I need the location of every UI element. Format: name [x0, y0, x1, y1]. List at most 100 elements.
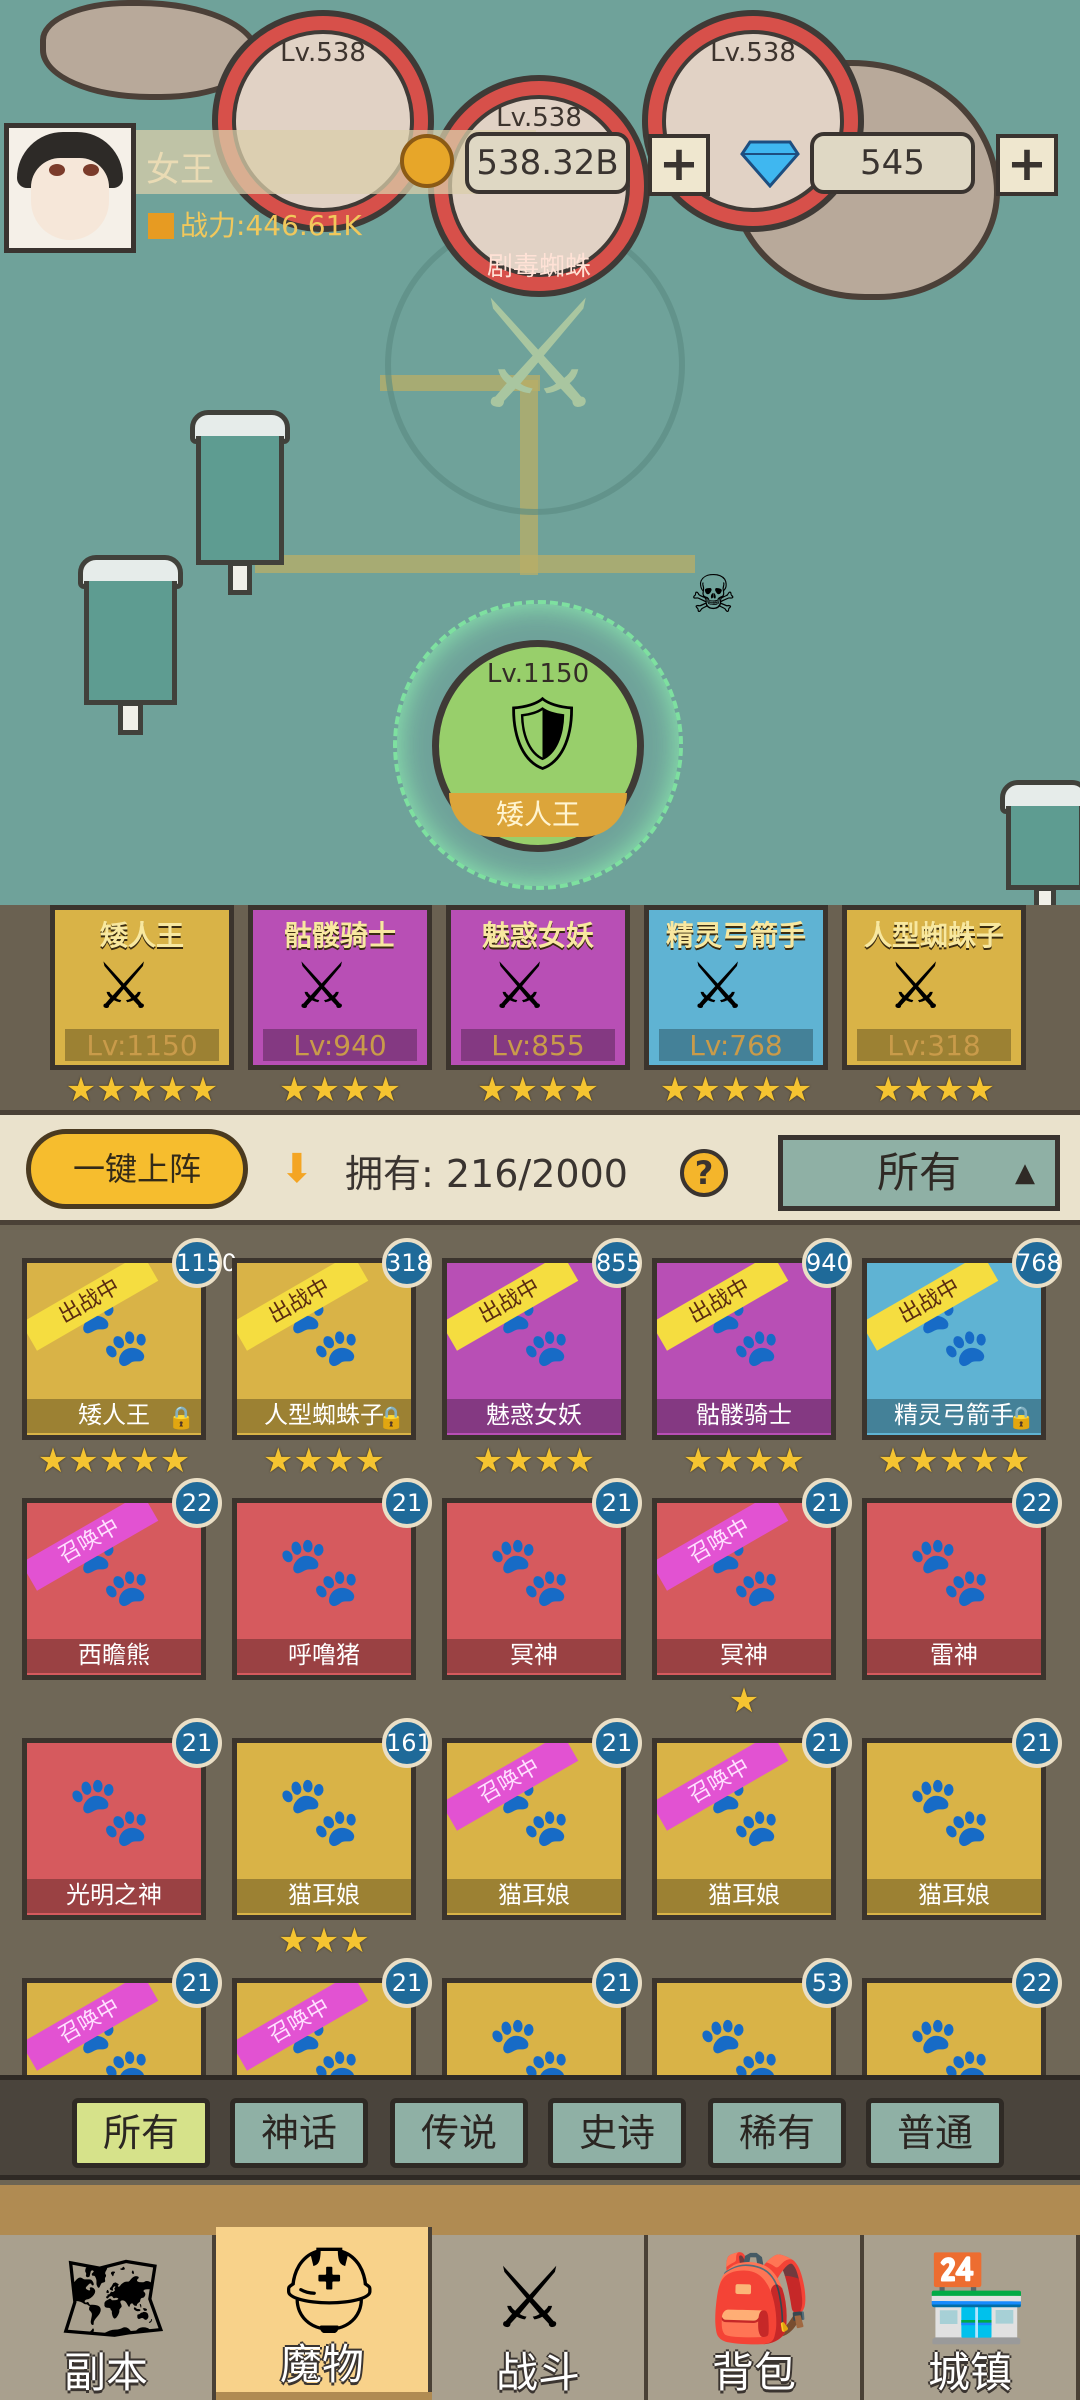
- nav-tab[interactable]: 🏪 城镇: [864, 2235, 1080, 2400]
- star-icon: ★: [908, 1441, 939, 1481]
- roster-hero-name: 猫耳娘: [657, 1879, 831, 1913]
- roster-card[interactable]: 🐾 雷神: [862, 1498, 1046, 1680]
- level-badge: 1150: [172, 1238, 237, 1288]
- star-icon: ★: [934, 1070, 965, 1110]
- star-icon: ★: [690, 1070, 721, 1110]
- map-path: [255, 555, 695, 573]
- lineup-slot[interactable]: 骷髅骑士 ⚔ Lv:940: [248, 905, 432, 1070]
- level-badge: 855: [592, 1238, 642, 1288]
- lock-icon: 🔒: [1007, 1406, 1035, 1431]
- lineup-hero-name: 魅惑女妖: [481, 919, 594, 952]
- star-icon: ★: [713, 1441, 744, 1481]
- roster-card[interactable]: 🐾 召唤中 猫耳娘: [652, 1738, 836, 1920]
- player-node[interactable]: Lv.1150 🛡 矮人王: [432, 640, 644, 852]
- star-icon: ★: [126, 1070, 158, 1110]
- gem-amount: 545: [810, 132, 975, 194]
- roster-card[interactable]: 🐾 出战中 矮人王 🔒: [22, 1258, 206, 1440]
- lineup-slot[interactable]: 精灵弓箭手 ⚔ Lv:768: [644, 905, 828, 1070]
- roster-card[interactable]: 🐾 召唤中 猫耳娘: [442, 1738, 626, 1920]
- star-rating: ★★★★: [442, 1444, 626, 1478]
- level-badge: 21: [802, 1718, 852, 1768]
- hero-portrait-icon: ⚔: [293, 950, 351, 1024]
- star-icon: ★: [157, 1070, 188, 1110]
- lineup-hero-name: 矮人王: [99, 919, 184, 952]
- avatar[interactable]: [4, 123, 136, 253]
- roster-hero-name: 光明之神: [27, 1879, 201, 1913]
- roster-card[interactable]: 🐾 光明之神: [22, 1738, 206, 1920]
- hero-portrait-icon: 🐾: [907, 1532, 992, 1611]
- nav-tab[interactable]: 🎒 背包: [648, 2235, 864, 2400]
- player-header: 女王 战力:446.61K 538.32B + 545 +: [0, 120, 1080, 253]
- lineup-slot[interactable]: 魅惑女妖 ⚔ Lv:855: [446, 905, 630, 1070]
- star-icon: ★: [503, 1441, 534, 1481]
- star-rating: ★★★★: [248, 1073, 432, 1107]
- map-icon: 🗺: [60, 2249, 167, 2347]
- nav-tab-label: 城镇: [927, 2348, 1012, 2397]
- star-icon: ★: [129, 1441, 160, 1481]
- hero-portrait-icon: 🐾: [487, 2012, 572, 2075]
- star-icon: ★: [187, 1070, 219, 1110]
- combat-power: 战力:446.61K: [148, 204, 362, 244]
- level-badge: 21: [172, 1718, 222, 1768]
- lock-icon: 🔒: [167, 1406, 195, 1431]
- hero-portrait-icon: ⚔: [689, 950, 747, 1024]
- level-badge: 22: [172, 1478, 222, 1528]
- roster-card[interactable]: 🐾 出战中 骷髅骑士: [652, 1258, 836, 1440]
- nav-tab[interactable]: ⚔ 战斗: [432, 2235, 648, 2400]
- hero-portrait-icon: 🐾: [697, 2012, 782, 2075]
- help-button[interactable]: ?: [680, 1149, 728, 1197]
- add-gold-button[interactable]: +: [648, 134, 710, 196]
- roster-hero-name: 魅惑女妖: [447, 1399, 621, 1433]
- roster-hero-name: 西瞻熊: [27, 1639, 201, 1673]
- rarity-tab[interactable]: 传说: [390, 2098, 528, 2168]
- roster-hero-name: 骷髅骑士: [657, 1399, 831, 1433]
- roster-card[interactable]: 🐾 召唤中 西瞻熊: [22, 1498, 206, 1680]
- hero-portrait-icon: 🐾: [907, 1772, 992, 1851]
- lineup-slot[interactable]: 人型蜘蛛子 ⚔ Lv:318: [842, 905, 1026, 1070]
- nav-tab[interactable]: ⛑ 魔物: [216, 2227, 432, 2392]
- level-badge: 21: [172, 1958, 222, 2008]
- auto-deploy-button[interactable]: 一键上阵: [26, 1129, 248, 1209]
- roster-card[interactable]: 🐾 出战中 魅惑女妖: [442, 1258, 626, 1440]
- nav-tab[interactable]: 🗺 副本: [0, 2235, 216, 2400]
- level-badge: 21: [382, 1478, 432, 1528]
- battle-lineup: 矮人王 ⚔ Lv:1150 ★★★★★ 骷髅骑士 ⚔ Lv:940 ★★★★ 魅惑女妖 ⚔ Lv:8…: [0, 905, 1080, 1110]
- rarity-tab[interactable]: 史诗: [548, 2098, 686, 2168]
- nav-tab-label: 副本: [63, 2348, 148, 2397]
- hero-portrait-icon: 🐾: [487, 1532, 572, 1611]
- filter-dropdown[interactable]: 所有 ▲: [778, 1135, 1060, 1211]
- crossed-swords-icon: ⚔: [492, 2249, 568, 2347]
- roster-card[interactable]: 🐾 召唤中 冥神: [652, 1498, 836, 1680]
- roster-card[interactable]: 🐾 呼噜猪: [232, 1498, 416, 1680]
- roster-card[interactable]: 🐾 冥神: [442, 1498, 626, 1680]
- gold-amount: 538.32B: [465, 132, 630, 194]
- roster-card[interactable]: 🐾 猫耳娘: [232, 1738, 416, 1920]
- roster-card[interactable]: 🐾 出战中 人型蜘蛛子 🔒: [232, 1258, 416, 1440]
- monster-roster[interactable]: 🐾 出战中 矮人王 🔒 1150 ★★★★★ 🐾 出战中 人型蜘蛛子 🔒 318 ★★★★ 🐾 出战中 魅惑…: [0, 1230, 1080, 2075]
- rarity-tab[interactable]: 普通: [866, 2098, 1004, 2168]
- star-icon: ★: [903, 1070, 934, 1110]
- roster-card[interactable]: 🐾 猫耳娘: [862, 1738, 1046, 1920]
- hero-portrait-icon: ⚔: [887, 950, 945, 1024]
- hero-portrait-icon: 🐾: [277, 1532, 362, 1611]
- roster-hero-name: 猫耳娘: [867, 1879, 1041, 1913]
- star-icon: ★: [999, 1441, 1031, 1481]
- roster-hero-name: 猫耳娘: [237, 1879, 411, 1913]
- star-icon: ★: [938, 1441, 970, 1481]
- star-icon: ★: [68, 1441, 99, 1481]
- star-icon: ★: [96, 1070, 127, 1110]
- level-badge: 21: [802, 1478, 852, 1528]
- add-gems-button[interactable]: +: [996, 134, 1058, 196]
- rarity-tab[interactable]: 神话: [230, 2098, 368, 2168]
- player-node-level: Lv.1150: [486, 659, 590, 689]
- star-icon: ★: [339, 1921, 370, 1961]
- level-badge: 21: [592, 1478, 642, 1528]
- star-icon: ★: [568, 1070, 599, 1110]
- roster-hero-name: 猫耳娘: [447, 1879, 621, 1913]
- lineup-slot[interactable]: 矮人王 ⚔ Lv:1150: [50, 905, 234, 1070]
- rarity-tab[interactable]: 稀有: [708, 2098, 846, 2168]
- hero-portrait-icon: 🐾: [907, 2012, 992, 2075]
- rarity-tab[interactable]: 所有: [72, 2098, 210, 2168]
- roster-card[interactable]: 🐾 出战中 精灵弓箭手 🔒: [862, 1258, 1046, 1440]
- star-icon: ★: [324, 1441, 355, 1481]
